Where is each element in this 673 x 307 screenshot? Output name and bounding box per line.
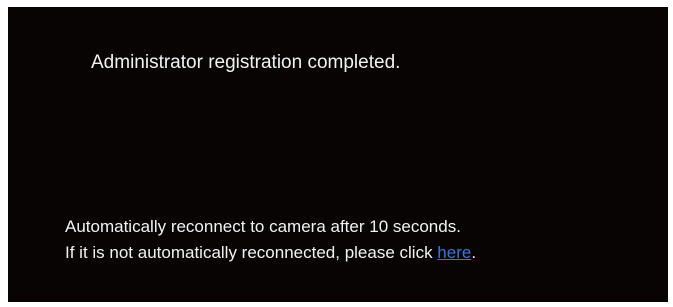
manual-reconnect-period: . [471,243,477,262]
auto-reconnect-line: Automatically reconnect to camera after … [65,217,461,236]
reconnect-message: Automatically reconnect to camera after … [65,214,476,266]
registration-complete-panel: Administrator registration completed. Au… [8,7,668,302]
completion-title: Administrator registration completed. [91,52,401,73]
reconnect-here-link[interactable]: here [437,243,471,262]
manual-reconnect-text: If it is not automatically reconnected, … [65,243,438,262]
manual-reconnect-line: If it is not automatically reconnected, … [65,240,476,266]
